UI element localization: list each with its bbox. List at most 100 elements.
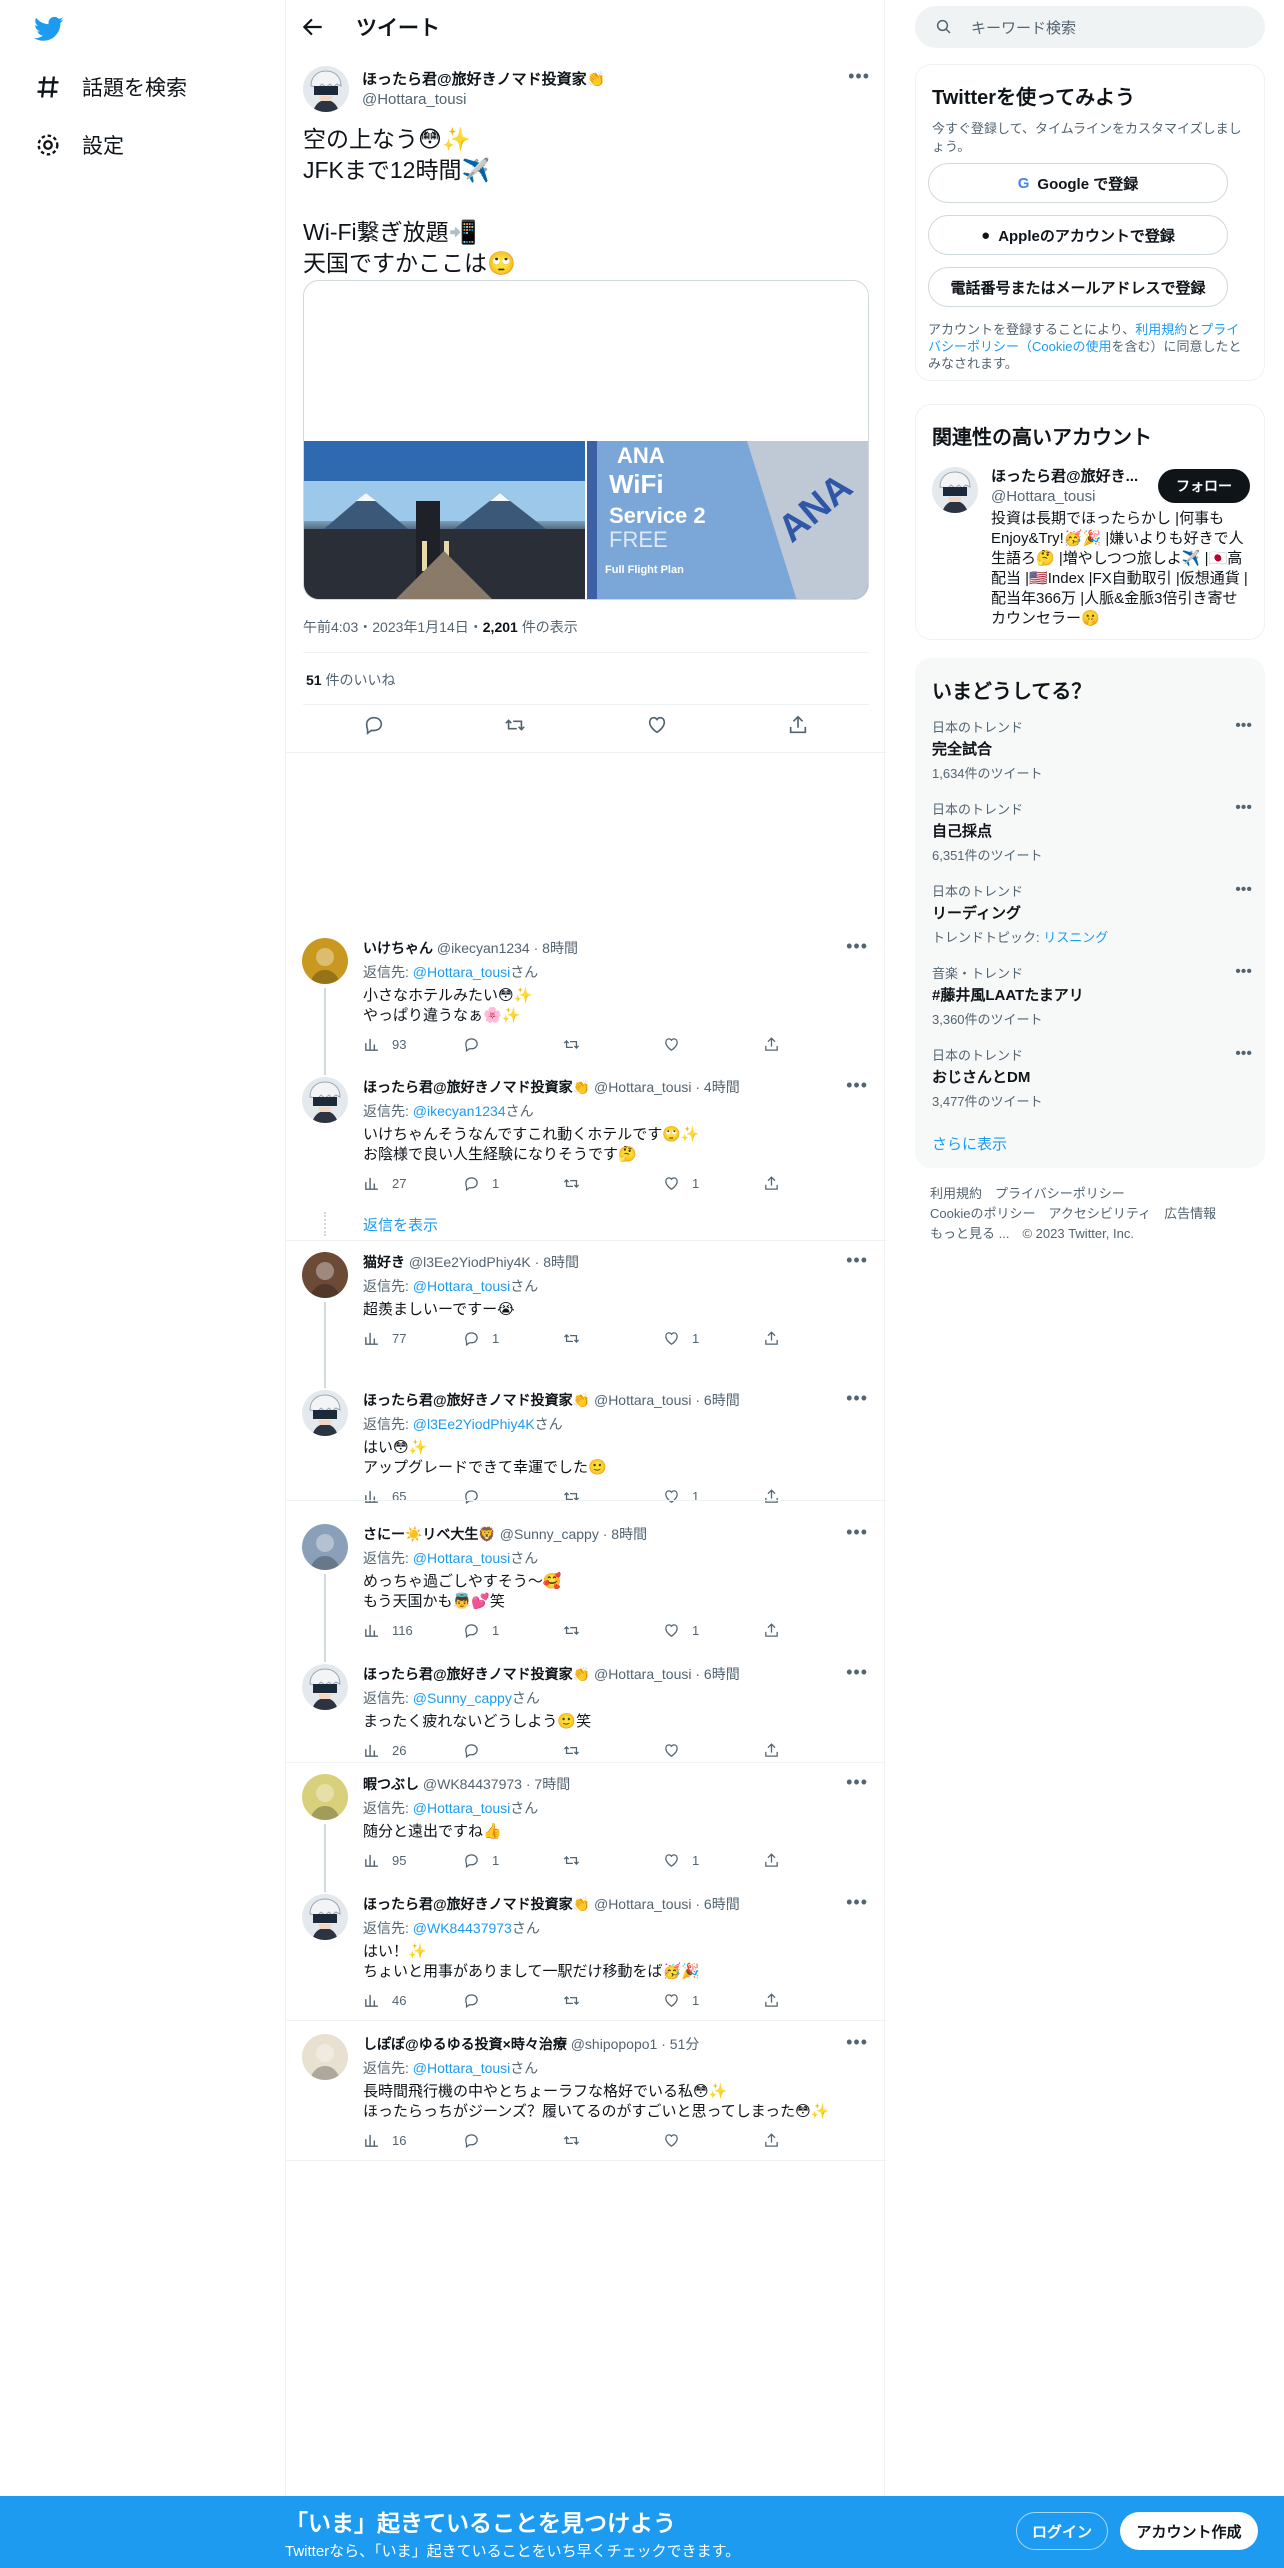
like-button[interactable] — [663, 1036, 763, 1053]
more-options-icon[interactable]: ••• — [1235, 963, 1252, 981]
reply-time[interactable]: 8時間 — [543, 1254, 579, 1270]
nav-settings[interactable]: 設定 — [34, 130, 124, 160]
reply-author-name[interactable]: ほったら君@旅好きノマド投資家👏 — [363, 1666, 590, 1682]
trend-topic-link[interactable]: リスニング — [1043, 930, 1108, 945]
terms-link[interactable]: 利用規約 — [1135, 322, 1187, 337]
reply-time[interactable]: 4時間 — [704, 1079, 740, 1095]
author-name[interactable]: ほったら君@旅好きノマド投資家👏 — [362, 68, 605, 89]
reply-author-handle[interactable]: @WK84437973 — [423, 1776, 522, 1792]
share-button[interactable] — [763, 1036, 863, 1053]
views-button[interactable]: 93 — [363, 1036, 463, 1053]
reply-button[interactable] — [463, 1488, 563, 1505]
tweet-timestamp[interactable]: 午前4:03・2023年1月14日・ — [303, 619, 483, 635]
like-icon[interactable] — [646, 714, 668, 736]
reply-author-name[interactable]: しぽぽ@ゆるゆる投資×時々治療 — [363, 2036, 567, 2052]
reply-button[interactable]: 1 — [463, 1852, 563, 1869]
photo-wifi-card[interactable]: ANA WiFi Service 2 FREE Full Flight Plan ANA — [587, 441, 868, 599]
like-button[interactable] — [663, 1742, 763, 1759]
reply-button[interactable] — [463, 1992, 563, 2009]
avatar[interactable] — [302, 1252, 348, 1298]
reply-author-handle[interactable]: @l3Ee2YiodPhiy4K — [409, 1254, 531, 1270]
reply-time[interactable]: 6時間 — [704, 1666, 740, 1682]
media-card[interactable]: ANA WiFi Service 2 FREE Full Flight Plan ANA — [303, 280, 869, 600]
reply-time[interactable]: 7時間 — [534, 1776, 570, 1792]
reply-button[interactable]: 1 — [463, 1330, 563, 1347]
retweet-icon[interactable] — [504, 714, 526, 736]
phone-signup-button[interactable]: 電話番号またはメールアドレスで登録 — [928, 267, 1228, 307]
retweet-button[interactable] — [563, 1622, 663, 1639]
reply-author-handle[interactable]: @Hottara_tousi — [594, 1392, 691, 1408]
apple-signup-button[interactable]: ● Appleのアカウントで登録 — [928, 215, 1228, 255]
reply-author-name[interactable]: ほったら君@旅好きノマド投資家👏 — [363, 1896, 590, 1912]
footer-ads[interactable]: 広告情報 — [1164, 1206, 1216, 1221]
reply-author-handle[interactable]: @shipopopo1 — [571, 2036, 658, 2052]
views-button[interactable]: 46 — [363, 1992, 463, 2009]
avatar[interactable] — [302, 1524, 348, 1570]
reply-author-name[interactable]: いけちゃん — [363, 940, 433, 956]
show-replies-link[interactable]: 返信を表示 — [363, 1214, 438, 1235]
footer-accessibility[interactable]: アクセシビリティ — [1048, 1206, 1151, 1221]
follow-button[interactable]: フォロー — [1158, 469, 1250, 503]
views-button[interactable]: 16 — [363, 2132, 463, 2149]
reply-to-link[interactable]: @Hottara_tousi — [413, 1278, 510, 1294]
views-button[interactable]: 77 — [363, 1330, 463, 1347]
reply-to-link[interactable]: @ikecyan1234 — [413, 1103, 506, 1119]
share-icon[interactable] — [787, 714, 809, 736]
reply-icon[interactable] — [363, 714, 385, 736]
like-button[interactable]: 1 — [663, 1330, 763, 1347]
trends-show-more[interactable]: さらに表示 — [932, 1133, 1007, 1154]
reply-to-link[interactable]: @Hottara_tousi — [413, 964, 510, 980]
reply-time[interactable]: 6時間 — [704, 1392, 740, 1408]
retweet-button[interactable] — [563, 1488, 663, 1505]
reply-button[interactable] — [463, 1742, 563, 1759]
retweet-button[interactable] — [563, 1175, 663, 1192]
footer-more[interactable]: もっと見る ... — [930, 1226, 1009, 1241]
share-button[interactable] — [763, 1622, 863, 1639]
reply-time[interactable]: 8時間 — [542, 940, 578, 956]
reply-author-handle[interactable]: @Sunny_cappy — [500, 1526, 599, 1542]
more-options-icon[interactable]: ••• — [848, 66, 870, 87]
trend-item[interactable]: 音楽・トレンド #藤井風LAATたまアリ 3,360件のツイート ••• — [932, 963, 1252, 1028]
share-button[interactable] — [763, 1992, 863, 2009]
reply-author-handle[interactable]: @Hottara_tousi — [594, 1666, 691, 1682]
reply-button[interactable] — [463, 2132, 563, 2149]
reply-author-name[interactable]: 猫好き — [363, 1254, 405, 1270]
footer-cookie[interactable]: Cookieのポリシー — [930, 1206, 1035, 1221]
trend-item[interactable]: 日本のトレンド 自己採点 6,351件のツイート ••• — [932, 799, 1252, 864]
views-button[interactable]: 26 — [363, 1742, 463, 1759]
reply-author-handle[interactable]: @ikecyan1234 — [437, 940, 530, 956]
views-button[interactable]: 65 — [363, 1488, 463, 1505]
avatar[interactable] — [302, 938, 348, 984]
like-button[interactable]: 1 — [663, 1175, 763, 1192]
views-button[interactable]: 95 — [363, 1852, 463, 1869]
relevant-handle[interactable]: @Hottara_tousi — [991, 488, 1151, 505]
avatar[interactable] — [302, 1077, 348, 1123]
reply-to-link[interactable]: @Hottara_tousi — [413, 1550, 510, 1566]
views-button[interactable]: 116 — [363, 1622, 463, 1639]
reply-author-name[interactable]: ほったら君@旅好きノマド投資家👏 — [363, 1079, 590, 1095]
reply-author-name[interactable]: さにー☀️リベ大生🦁 — [363, 1526, 496, 1542]
share-button[interactable] — [763, 2132, 863, 2149]
more-options-icon[interactable]: ••• — [1235, 717, 1252, 735]
footer-terms[interactable]: 利用規約 — [930, 1186, 982, 1201]
share-button[interactable] — [763, 1742, 863, 1759]
trend-item[interactable]: 日本のトレンド おじさんとDM 3,477件のツイート ••• — [932, 1045, 1252, 1110]
views-button[interactable]: 27 — [363, 1175, 463, 1192]
like-button[interactable]: 1 — [663, 1852, 763, 1869]
author-handle[interactable]: @Hottara_tousi — [362, 91, 605, 108]
reply-to-link[interactable]: @Sunny_cappy — [413, 1690, 512, 1706]
reply-button[interactable]: 1 — [463, 1175, 563, 1192]
retweet-button[interactable] — [563, 1742, 663, 1759]
share-button[interactable] — [763, 1852, 863, 1869]
back-arrow-icon[interactable] — [300, 14, 326, 40]
nav-explore[interactable]: 話題を検索 — [34, 72, 187, 102]
reply-author-name[interactable]: ほったら君@旅好きノマド投資家👏 — [363, 1392, 590, 1408]
avatar[interactable] — [302, 1774, 348, 1820]
avatar[interactable] — [302, 2034, 348, 2080]
avatar[interactable] — [932, 467, 978, 513]
share-button[interactable] — [763, 1175, 863, 1192]
retweet-button[interactable] — [563, 1992, 663, 2009]
retweet-button[interactable] — [563, 1330, 663, 1347]
author-block[interactable]: ほったら君@旅好きノマド投資家👏 @Hottara_tousi — [362, 68, 605, 108]
reply-button[interactable] — [463, 1036, 563, 1053]
